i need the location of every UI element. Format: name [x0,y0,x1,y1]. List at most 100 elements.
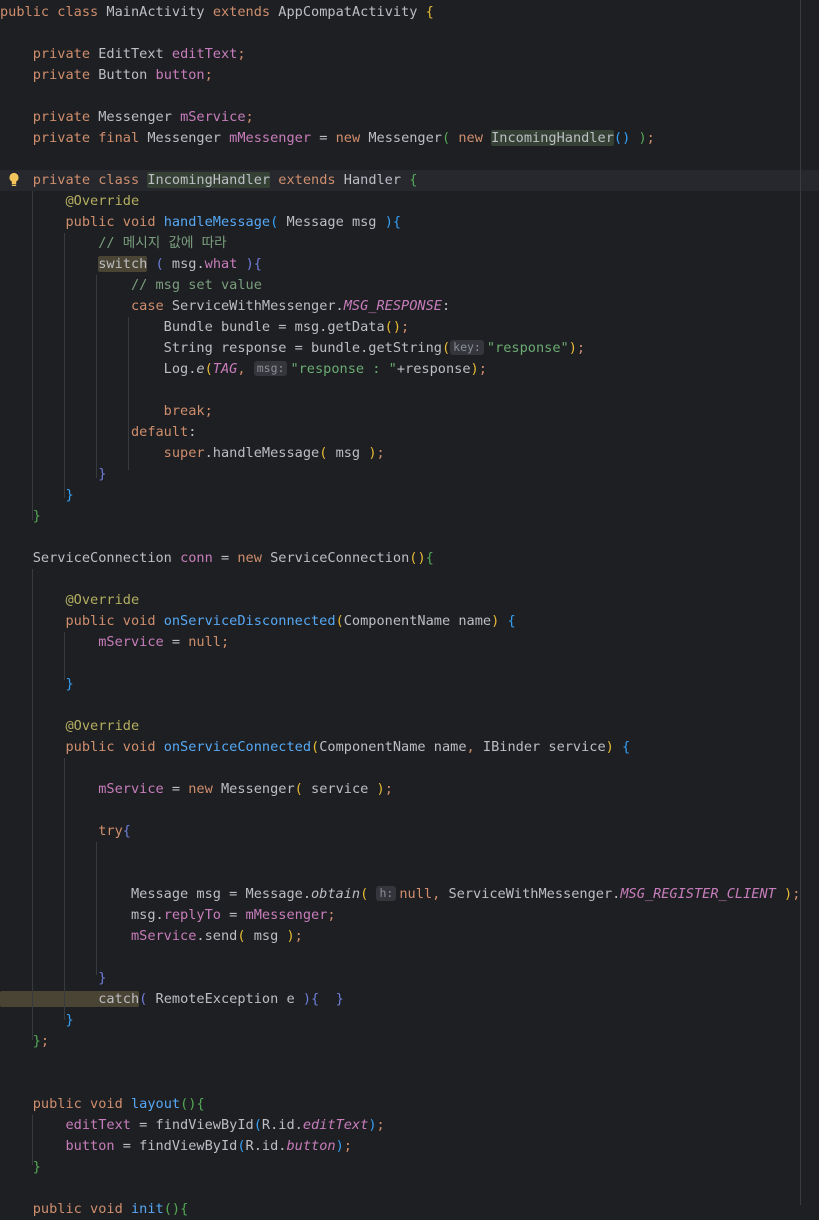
code-line: public class MainActivity extends AppCom… [0,2,434,23]
code-token: = [212,550,238,566]
code-token: Messenger [368,130,442,146]
code-token: () [180,1096,197,1112]
code-token: , [466,739,483,755]
code-token: +response [396,361,471,377]
code-line: msg.replyTo = mMessenger; [0,905,336,926]
parameter-hint: msg: [253,361,288,376]
code-line: private class IncomingHandler extends Ha… [0,170,417,191]
code-token: handleMessage [163,214,271,230]
code-token: ( [237,928,254,944]
code-token: { [622,739,631,755]
code-token: ServiceConnection [270,550,410,566]
code-token: ComponentName name [343,613,492,629]
code-line: default: [0,422,197,443]
code-line: private Button button; [0,65,213,86]
code-line: mService = null; [0,632,229,653]
parameter-hint: key: [450,340,484,355]
code-token: ( [139,991,156,1007]
code-token: "response : " [290,361,397,377]
code-token: ; [40,1033,50,1049]
code-token: null, [399,886,449,902]
code-token: onServiceConnected [163,739,312,755]
code-line: super.handleMessage( msg ); [0,443,385,464]
code-line: mService.send( msg ); [0,926,303,947]
code-token: } [0,487,74,503]
code-token: ( [204,361,213,377]
code-line: } [0,506,41,527]
code-line: private Messenger mService; [0,107,254,128]
code-token: what [204,256,238,272]
code-token: msg [335,445,369,461]
code-token: ( [237,1138,246,1154]
code-line: private EditText editText; [0,44,246,65]
code-token: , [237,361,254,377]
code-token: ) [470,361,479,377]
code-token: mService [0,781,164,797]
indent-guide [64,233,65,498]
code-token: editText [171,46,238,62]
code-token: ; [646,130,655,146]
code-token: ) [630,130,647,146]
code-token: public void [0,1201,131,1217]
code-token: msg [253,928,287,944]
code-token: } [0,1012,74,1028]
code-token: ServiceConnection [0,550,181,566]
code-token: } [0,508,41,524]
code-token: ; [401,319,410,335]
code-token: init [130,1201,164,1217]
code-line: @Override [0,716,139,737]
code-token: try [0,823,123,839]
lightbulb-icon[interactable] [8,171,20,189]
code-line: }; [0,1031,49,1052]
code-token: ) [376,781,385,797]
code-token: ) [568,340,577,356]
code-token: "response" [486,340,569,356]
code-token: new [335,130,369,146]
code-token: = [163,781,189,797]
indent-guide [32,1115,33,1165]
code-token: () [163,1201,181,1217]
code-token: ( [155,256,172,272]
code-editor[interactable]: public class MainActivity extends AppCom… [0,0,800,1217]
code-token: ) [384,214,393,230]
code-token: () [613,130,631,146]
code-token: catch [0,991,140,1007]
code-token: MSG_REGISTER_CLIENT [620,886,776,902]
code-line: } [0,464,106,485]
code-token: { } [311,991,344,1007]
indent-guide [32,569,33,1040]
indent-guide [128,317,129,470]
code-token: msg. [0,907,164,923]
code-line: mService = new Messenger( service ); [0,779,393,800]
code-token: { [507,613,516,629]
code-token: mMessenger [229,130,312,146]
code-line: } [0,1157,41,1178]
code-token: } [0,676,74,692]
code-token: IncomingHandler [491,130,614,146]
code-token: service [311,781,377,797]
code-line: String response = bundle.getString(key: "… [0,338,585,359]
code-token: ( [360,886,377,902]
code-line: case ServiceWithMessenger.MSG_RESPONSE: [0,296,450,317]
code-token: editText [0,1117,131,1133]
code-token: : [441,298,451,314]
code-token: ) [775,886,793,902]
code-token: button [286,1138,336,1154]
code-token: ; [478,361,487,377]
code-token: } [0,466,107,482]
code-line: private final Messenger mMessenger = new… [0,128,655,149]
code-line: public void handleMessage( Message msg )… [0,212,401,233]
code-token: AppCompatActivity [278,4,426,20]
code-line: public void onServiceDisconnected(Compon… [0,611,516,632]
code-token: case [0,298,172,314]
code-token: extends [212,4,279,20]
code-token: } [0,1159,41,1175]
code-line: ServiceConnection conn = new ServiceConn… [0,548,434,569]
code-token: // msg set value [0,277,262,293]
code-token: @Override [0,592,140,608]
code-token: @Override [0,193,140,209]
code-token: Messenger [98,109,181,125]
code-token: // 메시지 값에 따라 [0,235,227,251]
code-token: conn [180,550,213,566]
